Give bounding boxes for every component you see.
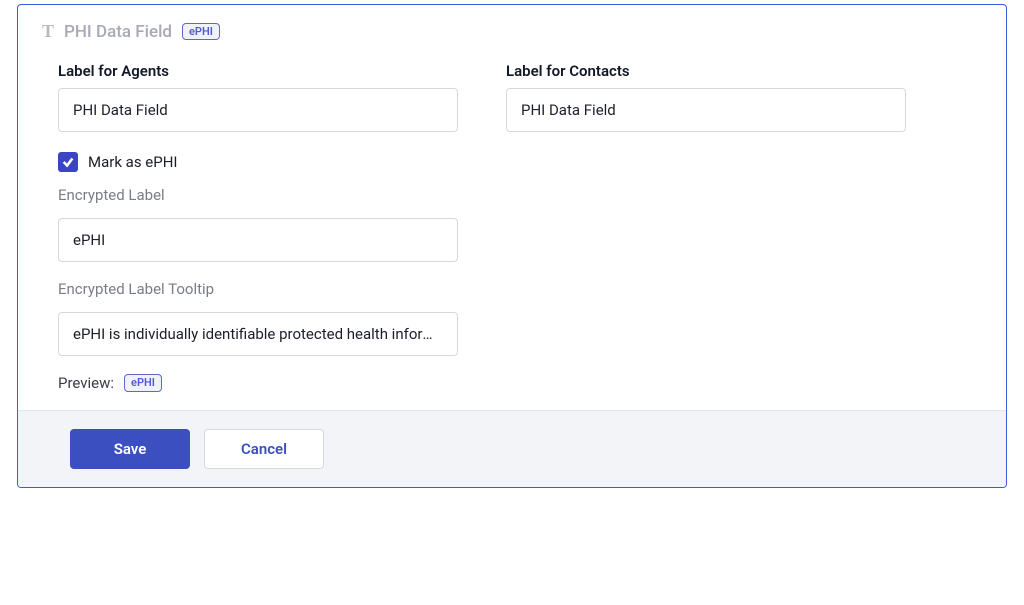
save-button[interactable]: Save <box>70 429 190 469</box>
mark-ephi-label: Mark as ePHI <box>88 153 177 171</box>
label-agents-input[interactable] <box>58 88 458 132</box>
encrypted-tooltip-label: Encrypted Label Tooltip <box>58 280 458 298</box>
panel-footer: Save Cancel <box>18 410 1006 487</box>
panel-body: Label for Agents Label for Contacts Mark… <box>18 42 1006 410</box>
field-config-panel: T PHI Data Field ePHI Label for Agents L… <box>17 4 1007 488</box>
cancel-button[interactable]: Cancel <box>204 429 324 469</box>
encrypted-label-label: Encrypted Label <box>58 186 458 204</box>
text-type-icon: T <box>42 21 54 42</box>
label-agents-label: Label for Agents <box>58 62 458 80</box>
preview-label: Preview: <box>58 374 114 392</box>
label-contacts-label: Label for Contacts <box>506 62 906 80</box>
label-contacts-input[interactable] <box>506 88 906 132</box>
ephi-badge: ePHI <box>182 23 220 40</box>
encrypted-label-input[interactable] <box>58 218 458 262</box>
encrypted-tooltip-input[interactable] <box>58 312 458 356</box>
mark-ephi-checkbox[interactable] <box>58 152 78 172</box>
panel-header: T PHI Data Field ePHI <box>18 5 1006 42</box>
check-icon <box>61 155 75 169</box>
preview-badge: ePHI <box>124 374 162 391</box>
header-title: PHI Data Field <box>64 22 172 42</box>
